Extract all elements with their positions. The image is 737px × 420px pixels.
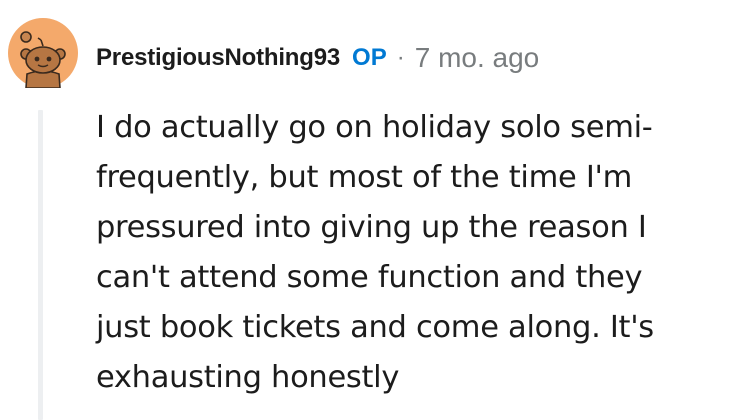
comment-body-line: can't attend some function and they — [96, 260, 643, 295]
meta-separator: · — [396, 44, 405, 71]
comment-body-line: just book tickets and come along. It's — [96, 310, 654, 345]
comment-body-line: pressured into giving up the reason I — [96, 210, 647, 245]
user-avatar[interactable] — [8, 18, 78, 89]
comment-timestamp[interactable]: 7 mo. ago — [415, 42, 540, 74]
comment-body-line: frequently, but most of the time I'm — [96, 160, 633, 195]
author-username[interactable]: PrestigiousNothing93 — [96, 44, 340, 72]
comment-body: I do actually go on holiday solo semi- f… — [96, 103, 726, 403]
comment-header: PrestigiousNothing93 OP · 7 mo. ago — [96, 38, 539, 78]
op-badge: OP — [352, 44, 387, 71]
comment-body-line: I do actually go on holiday solo semi- — [96, 110, 653, 145]
snoo-avatar-icon — [8, 18, 78, 89]
thread-collapse-line[interactable] — [38, 110, 43, 420]
comment: PrestigiousNothing93 OP · 7 mo. ago I do… — [0, 0, 737, 420]
comment-body-line: exhausting honestly — [96, 360, 400, 395]
